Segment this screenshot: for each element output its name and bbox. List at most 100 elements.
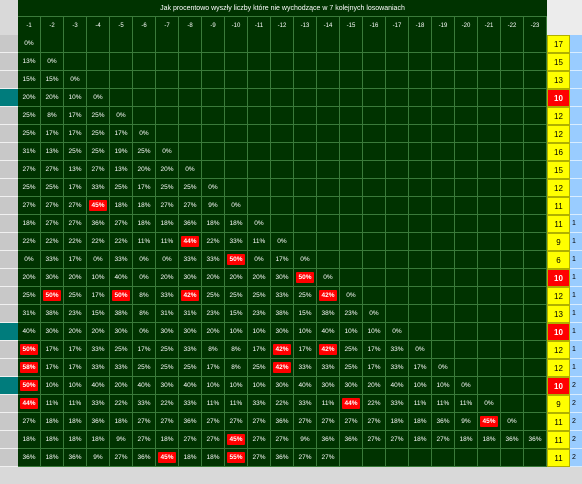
- percentage-cell[interactable]: [363, 269, 386, 287]
- count-cell[interactable]: 10: [547, 377, 570, 395]
- count-cell[interactable]: 17: [547, 35, 570, 53]
- percentage-cell[interactable]: [455, 197, 478, 215]
- side-column-cell[interactable]: 2: [570, 413, 582, 431]
- percentage-cell[interactable]: 17%: [41, 359, 64, 377]
- percentage-cell[interactable]: [409, 305, 432, 323]
- percentage-cell[interactable]: [478, 89, 501, 107]
- percentage-cell[interactable]: [409, 287, 432, 305]
- percentage-cell[interactable]: [133, 53, 156, 71]
- percentage-cell[interactable]: 11%: [41, 395, 64, 413]
- percentage-cell[interactable]: [386, 143, 409, 161]
- count-cell[interactable]: 15: [547, 53, 570, 71]
- percentage-cell[interactable]: [455, 233, 478, 251]
- percentage-cell[interactable]: 33%: [386, 341, 409, 359]
- percentage-cell[interactable]: 31%: [156, 305, 179, 323]
- percentage-cell[interactable]: 0%: [156, 251, 179, 269]
- percentage-cell[interactable]: [271, 161, 294, 179]
- percentage-cell[interactable]: [409, 89, 432, 107]
- percentage-cell[interactable]: [340, 233, 363, 251]
- percentage-cell[interactable]: 25%: [179, 179, 202, 197]
- percentage-cell[interactable]: 18%: [64, 431, 87, 449]
- percentage-cell[interactable]: 33%: [41, 251, 64, 269]
- percentage-cell[interactable]: 25%: [294, 287, 317, 305]
- percentage-cell[interactable]: 10%: [340, 323, 363, 341]
- percentage-cell[interactable]: 25%: [87, 143, 110, 161]
- percentage-cell[interactable]: [409, 161, 432, 179]
- percentage-cell[interactable]: [432, 305, 455, 323]
- row-header-cell[interactable]: [0, 287, 18, 305]
- percentage-cell[interactable]: 17%: [248, 341, 271, 359]
- percentage-cell[interactable]: [524, 395, 547, 413]
- percentage-cell[interactable]: 0%: [317, 269, 340, 287]
- percentage-cell[interactable]: 17%: [271, 251, 294, 269]
- percentage-cell[interactable]: [202, 107, 225, 125]
- percentage-cell[interactable]: 20%: [248, 269, 271, 287]
- percentage-cell[interactable]: 0%: [432, 359, 455, 377]
- percentage-cell[interactable]: [202, 35, 225, 53]
- percentage-cell[interactable]: [340, 215, 363, 233]
- percentage-cell[interactable]: [271, 71, 294, 89]
- percentage-cell[interactable]: 0%: [455, 377, 478, 395]
- percentage-cell[interactable]: 25%: [340, 359, 363, 377]
- side-column-cell[interactable]: 2: [570, 395, 582, 413]
- row-header-cell[interactable]: [0, 341, 18, 359]
- percentage-cell[interactable]: 22%: [156, 395, 179, 413]
- percentage-cell[interactable]: 8%: [202, 341, 225, 359]
- percentage-cell[interactable]: [248, 197, 271, 215]
- count-cell[interactable]: 11: [547, 215, 570, 233]
- percentage-cell[interactable]: [524, 251, 547, 269]
- percentage-cell[interactable]: [386, 251, 409, 269]
- side-column-cell[interactable]: 1: [570, 233, 582, 251]
- percentage-cell[interactable]: [248, 161, 271, 179]
- percentage-cell[interactable]: [409, 143, 432, 161]
- percentage-cell[interactable]: [386, 233, 409, 251]
- percentage-cell[interactable]: 25%: [133, 143, 156, 161]
- percentage-cell[interactable]: [501, 89, 524, 107]
- side-column-cell[interactable]: 2: [570, 377, 582, 395]
- highlighted-percentage-cell[interactable]: 42%: [317, 287, 340, 305]
- percentage-cell[interactable]: 36%: [317, 431, 340, 449]
- percentage-cell[interactable]: [271, 179, 294, 197]
- percentage-cell[interactable]: [409, 107, 432, 125]
- percentage-cell[interactable]: [271, 35, 294, 53]
- percentage-cell[interactable]: [340, 71, 363, 89]
- percentage-cell[interactable]: [409, 125, 432, 143]
- percentage-cell[interactable]: 27%: [386, 431, 409, 449]
- percentage-cell[interactable]: [202, 89, 225, 107]
- percentage-cell[interactable]: 38%: [317, 305, 340, 323]
- percentage-cell[interactable]: 0%: [110, 107, 133, 125]
- highlighted-percentage-cell[interactable]: 42%: [179, 287, 202, 305]
- percentage-cell[interactable]: 8%: [225, 359, 248, 377]
- percentage-cell[interactable]: 11%: [225, 395, 248, 413]
- highlighted-percentage-cell[interactable]: 50%: [294, 269, 317, 287]
- percentage-cell[interactable]: [317, 215, 340, 233]
- percentage-cell[interactable]: [317, 35, 340, 53]
- percentage-cell[interactable]: 18%: [41, 413, 64, 431]
- percentage-cell[interactable]: [248, 53, 271, 71]
- row-header-cell[interactable]: [0, 449, 18, 467]
- percentage-cell[interactable]: [156, 35, 179, 53]
- percentage-cell[interactable]: 27%: [340, 413, 363, 431]
- percentage-cell[interactable]: 33%: [156, 287, 179, 305]
- percentage-cell[interactable]: 11%: [202, 395, 225, 413]
- percentage-cell[interactable]: 27%: [202, 431, 225, 449]
- percentage-cell[interactable]: [409, 197, 432, 215]
- percentage-cell[interactable]: 19%: [110, 143, 133, 161]
- percentage-cell[interactable]: [386, 89, 409, 107]
- percentage-cell[interactable]: 10%: [87, 269, 110, 287]
- percentage-cell[interactable]: [317, 161, 340, 179]
- percentage-cell[interactable]: [409, 53, 432, 71]
- percentage-cell[interactable]: [478, 449, 501, 467]
- percentage-cell[interactable]: 33%: [133, 395, 156, 413]
- percentage-cell[interactable]: 25%: [87, 107, 110, 125]
- side-column-cell[interactable]: [570, 197, 582, 215]
- percentage-cell[interactable]: [455, 251, 478, 269]
- side-column-cell[interactable]: 1: [570, 251, 582, 269]
- percentage-cell[interactable]: 15%: [225, 305, 248, 323]
- percentage-cell[interactable]: [409, 449, 432, 467]
- percentage-cell[interactable]: 20%: [156, 161, 179, 179]
- percentage-cell[interactable]: 33%: [110, 251, 133, 269]
- percentage-cell[interactable]: [524, 287, 547, 305]
- percentage-cell[interactable]: [432, 341, 455, 359]
- highlighted-percentage-cell[interactable]: 42%: [271, 359, 294, 377]
